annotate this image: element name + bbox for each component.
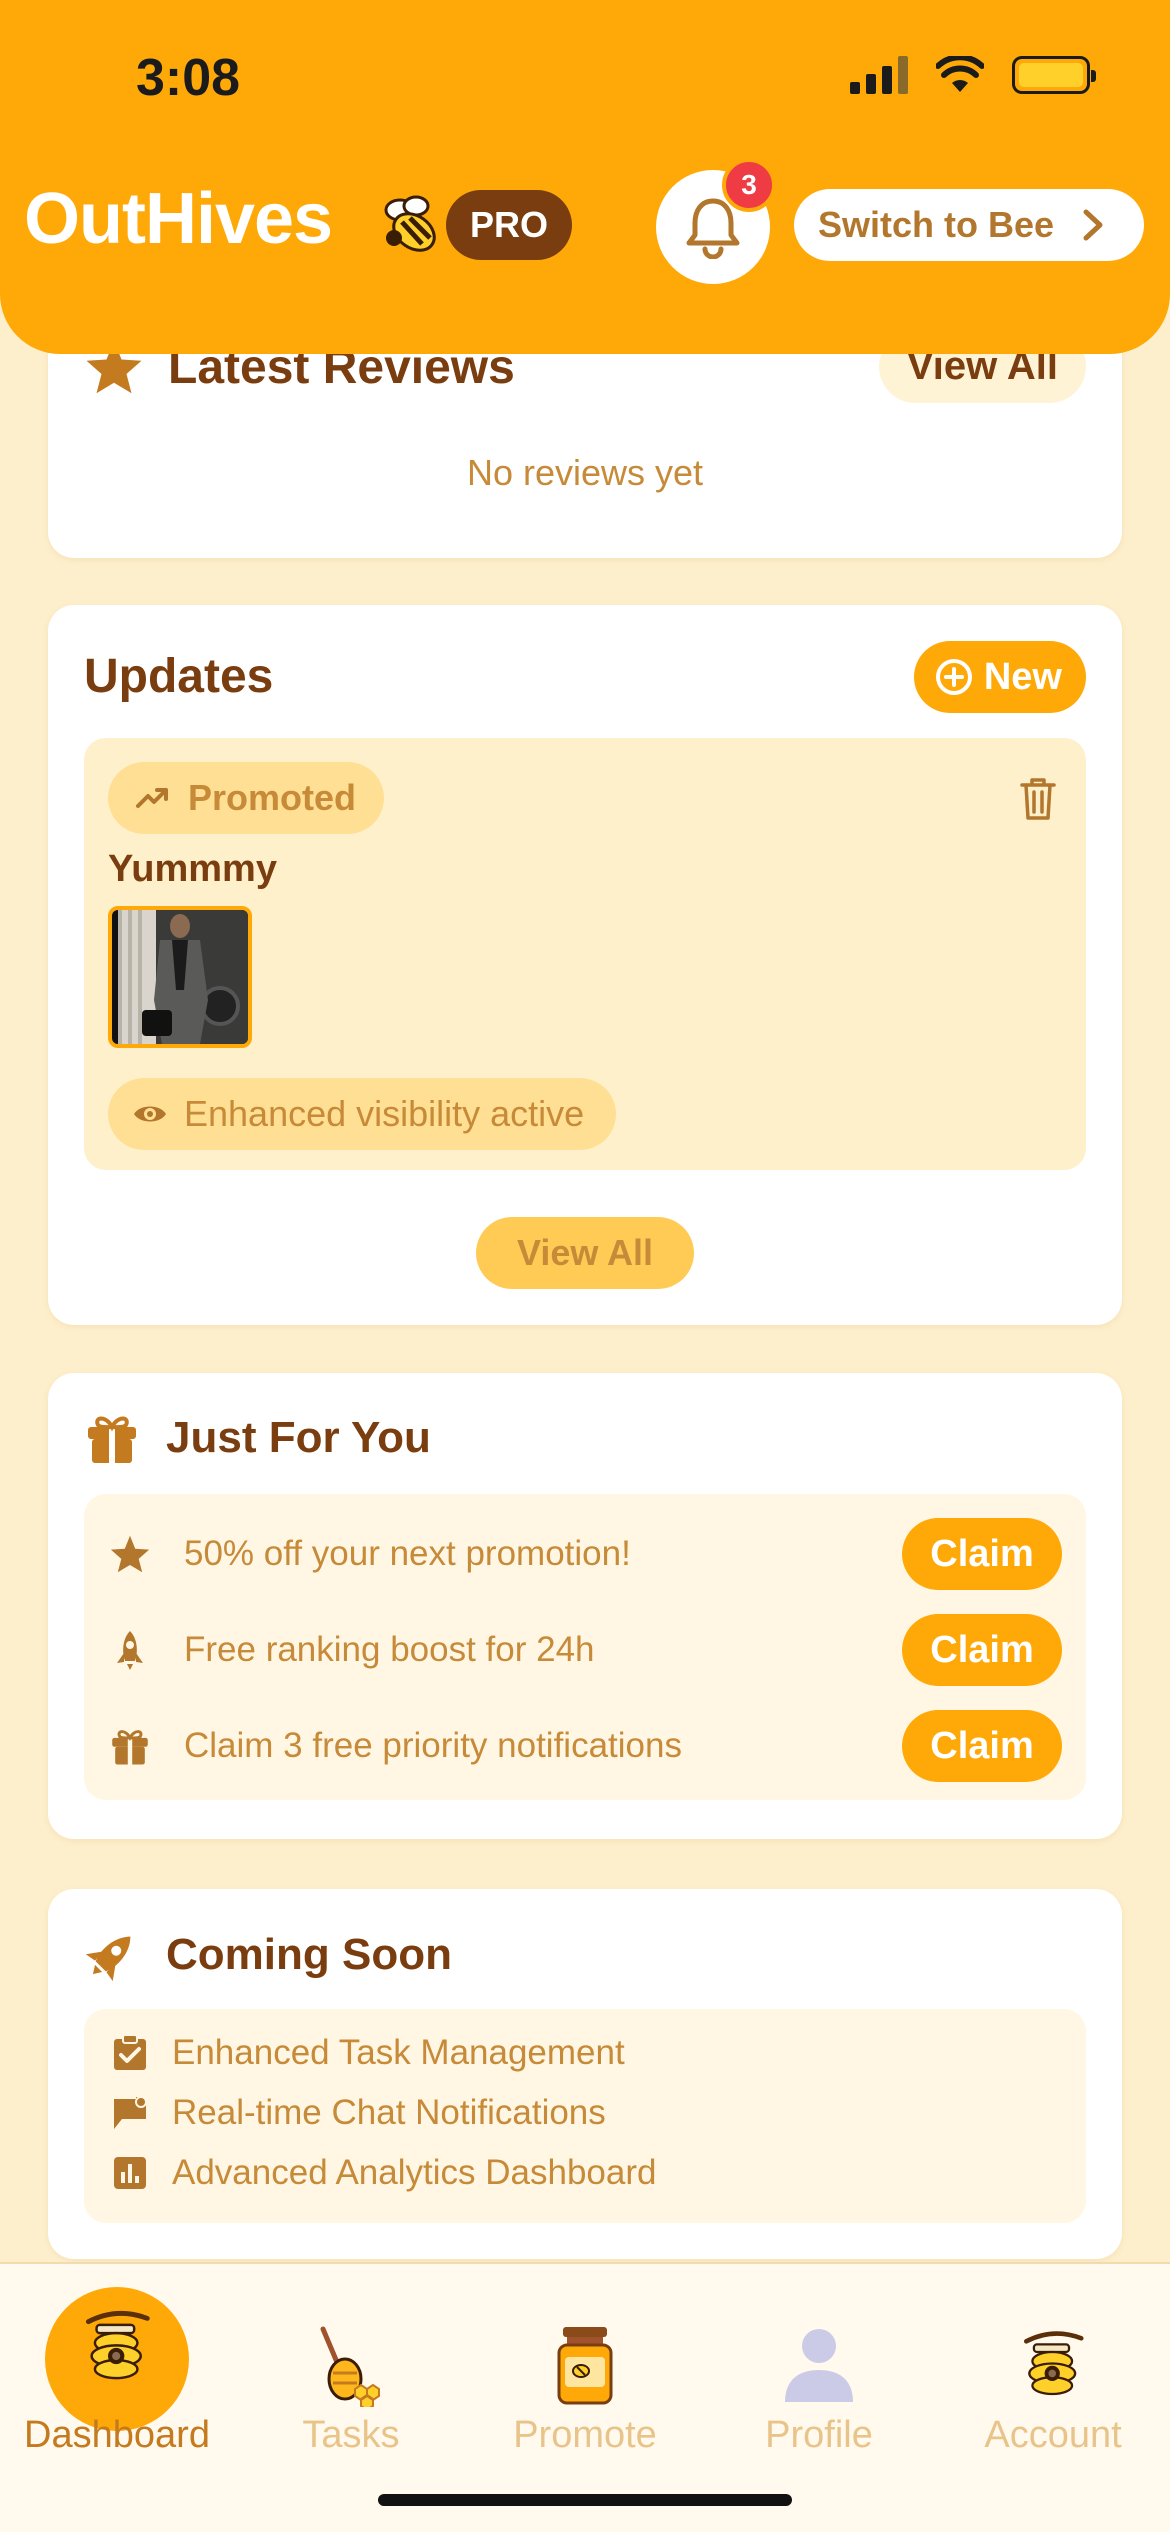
hive-icon bbox=[72, 2302, 162, 2392]
status-icons bbox=[850, 56, 1096, 94]
cellular-signal-icon bbox=[850, 56, 908, 94]
nav-promote[interactable]: Promote bbox=[468, 2264, 702, 2464]
update-photo-thumbnail[interactable] bbox=[108, 906, 252, 1048]
claim-button[interactable]: Claim bbox=[902, 1614, 1062, 1686]
task-check-icon bbox=[114, 2034, 146, 2070]
visibility-status-chip: Enhanced visibility active bbox=[108, 1078, 617, 1150]
just-for-you-card: Just For You 50% off your next promotion… bbox=[48, 1373, 1122, 1839]
just-for-you-heading: Just For You bbox=[84, 1411, 431, 1465]
coming-soon-text: Advanced Analytics Dashboard bbox=[172, 2153, 657, 2192]
bottom-navigation: Dashboard Tasks Promote Profile Account bbox=[0, 2262, 1170, 2532]
honey-dipper-icon bbox=[306, 2320, 396, 2410]
app-brand-title: OutHives bbox=[24, 179, 333, 259]
switch-to-bee-label: Switch to Bee bbox=[818, 204, 1055, 245]
new-update-label: New bbox=[983, 655, 1062, 698]
nav-label: Account bbox=[984, 2414, 1122, 2456]
eye-icon bbox=[134, 1106, 166, 1122]
star-icon bbox=[110, 1535, 150, 1573]
gift-icon bbox=[112, 1730, 148, 1765]
coming-soon-item: Enhanced Task Management bbox=[112, 2033, 625, 2073]
updates-title: Updates bbox=[84, 650, 274, 703]
offer-text: Claim 3 free priority notifications bbox=[184, 1726, 682, 1765]
rocket-icon bbox=[117, 1631, 143, 1670]
chevron-right-icon bbox=[1083, 209, 1103, 241]
home-indicator bbox=[378, 2494, 792, 2506]
notification-count-badge: 3 bbox=[722, 158, 776, 212]
nav-tasks[interactable]: Tasks bbox=[234, 2264, 468, 2464]
update-item[interactable]: Promoted Yummmy Enhanced visibility acti… bbox=[84, 738, 1086, 1170]
coming-soon-title: Coming Soon bbox=[166, 1930, 452, 1979]
nav-dashboard[interactable]: Dashboard bbox=[0, 2264, 234, 2464]
nav-label: Tasks bbox=[302, 2414, 400, 2456]
update-title: Yummmy bbox=[108, 848, 277, 890]
coming-soon-text: Real-time Chat Notifications bbox=[172, 2093, 606, 2132]
notifications-button[interactable]: 3 bbox=[656, 158, 776, 284]
person-icon bbox=[774, 2320, 864, 2410]
status-time: 3:08 bbox=[136, 49, 241, 107]
updates-view-all-button[interactable]: View All bbox=[476, 1217, 694, 1289]
nav-label: Dashboard bbox=[24, 2414, 210, 2456]
coming-soon-item: Advanced Analytics Dashboard bbox=[112, 2153, 656, 2193]
just-for-you-title: Just For You bbox=[166, 1413, 431, 1462]
bee-logo-icon bbox=[384, 195, 436, 252]
hive-icon bbox=[1008, 2320, 1098, 2410]
honey-jar-icon bbox=[540, 2320, 630, 2410]
offer-item: Free ranking boost for 24h Claim bbox=[108, 1614, 1062, 1686]
offers-list: 50% off your next promotion! Claim Free … bbox=[84, 1494, 1086, 1800]
chat-flag-icon bbox=[114, 2096, 147, 2129]
offer-item: 50% off your next promotion! Claim bbox=[108, 1518, 1062, 1590]
claim-button[interactable]: Claim bbox=[902, 1518, 1062, 1590]
coming-soon-list: Enhanced Task Management Real-time Chat … bbox=[84, 2009, 1086, 2223]
switch-to-bee-button[interactable]: Switch to Bee bbox=[794, 189, 1144, 261]
wifi-icon bbox=[936, 56, 984, 92]
coming-soon-item: Real-time Chat Notifications bbox=[112, 2093, 606, 2133]
nav-label: Profile bbox=[765, 2414, 873, 2456]
no-reviews-text: No reviews yet bbox=[466, 452, 704, 493]
updates-card: Updates New Promoted Yummmy Enhanced vis… bbox=[48, 605, 1122, 1325]
trending-up-icon bbox=[136, 788, 168, 808]
nav-account[interactable]: Account bbox=[936, 2264, 1170, 2464]
nav-label: Promote bbox=[513, 2414, 657, 2456]
rocket-icon bbox=[85, 1936, 131, 1982]
nav-profile[interactable]: Profile bbox=[702, 2264, 936, 2464]
coming-soon-text: Enhanced Task Management bbox=[172, 2033, 625, 2072]
offer-item: Claim 3 free priority notifications Clai… bbox=[108, 1710, 1062, 1782]
plus-circle-icon bbox=[935, 659, 972, 695]
app-header: 3:08 OutHives PRO 3 Switch to Bee bbox=[0, 0, 1170, 354]
gift-icon bbox=[88, 1416, 136, 1463]
offer-text: 50% off your next promotion! bbox=[184, 1534, 631, 1573]
promoted-tag: Promoted bbox=[108, 762, 385, 834]
promoted-tag-label: Promoted bbox=[188, 777, 357, 818]
visibility-status-label: Enhanced visibility active bbox=[184, 1093, 585, 1134]
claim-button[interactable]: Claim bbox=[902, 1710, 1062, 1782]
analytics-icon bbox=[114, 2157, 146, 2189]
pro-badge: PRO bbox=[446, 190, 573, 260]
battery-icon bbox=[1012, 56, 1096, 94]
coming-soon-heading: Coming Soon bbox=[84, 1927, 452, 1983]
offer-text: Free ranking boost for 24h bbox=[184, 1630, 595, 1669]
trash-icon[interactable] bbox=[1018, 776, 1058, 822]
coming-soon-card: Coming Soon Enhanced Task Management Rea… bbox=[48, 1889, 1122, 2259]
new-update-button[interactable]: New bbox=[913, 641, 1086, 713]
